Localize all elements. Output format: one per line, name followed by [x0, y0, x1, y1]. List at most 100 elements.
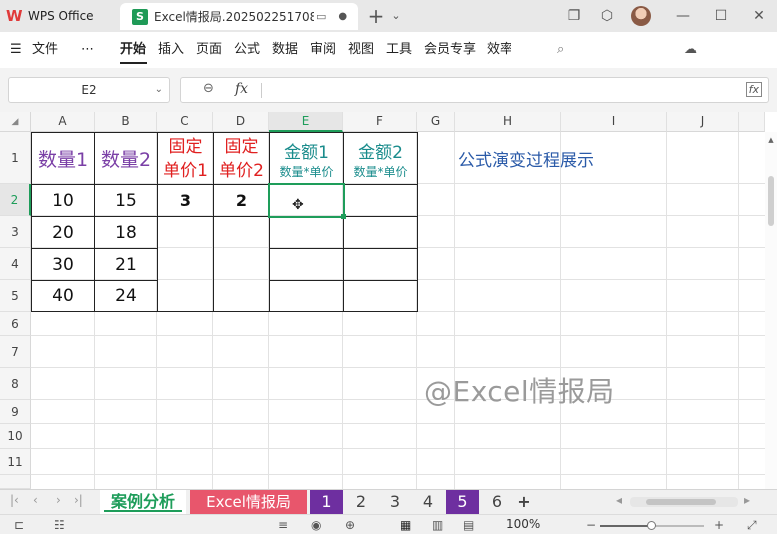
row-header-7[interactable]: 7: [0, 336, 31, 368]
search-icon[interactable]: ⌕: [557, 41, 564, 59]
row-header-5[interactable]: 5: [0, 280, 31, 312]
cell-d1[interactable]: 固定单价2: [213, 132, 270, 185]
menu-data[interactable]: 数据: [272, 41, 298, 59]
user-avatar[interactable]: [631, 6, 651, 26]
vertical-scrollbar[interactable]: ▲: [765, 132, 777, 489]
worksheet-grid[interactable]: ◢ A B C D E F G H I J 1 2 3 4 5 6 7 8 9 …: [0, 112, 777, 489]
cell-b1[interactable]: 数量2: [94, 132, 158, 185]
cell-b3[interactable]: 18: [94, 216, 158, 249]
document-tab[interactable]: S Excel情报局.20250225170808 ▭ ●: [120, 3, 358, 30]
pages-icon[interactable]: ❐: [564, 6, 584, 26]
prev-sheet-icon[interactable]: ‹: [33, 493, 38, 507]
horizontal-scroll-thumb[interactable]: [646, 499, 716, 505]
sheet-tab-6[interactable]: 4: [412, 490, 444, 514]
normal-view-icon[interactable]: ▦: [400, 517, 411, 533]
menu-vip[interactable]: 会员专享: [424, 41, 476, 59]
sheet-tab-3[interactable]: 1: [310, 490, 343, 514]
zoom-level[interactable]: 100%: [506, 517, 540, 531]
row-header-2[interactable]: 2: [0, 184, 31, 216]
close-icon[interactable]: ✕: [749, 6, 769, 26]
row-header-10[interactable]: 10: [0, 424, 31, 449]
formula-input[interactable]: ⊖ fx fx: [180, 77, 769, 103]
function-icon[interactable]: fx: [235, 81, 248, 97]
column-header-h[interactable]: H: [455, 112, 561, 132]
new-tab-button[interactable]: +: [366, 6, 386, 26]
row-header-4[interactable]: 4: [0, 248, 31, 280]
row-header-6[interactable]: 6: [0, 312, 31, 336]
row-header-3[interactable]: 3: [0, 216, 31, 248]
menu-formula[interactable]: 公式: [234, 41, 260, 59]
cell-a1[interactable]: 数量1: [31, 132, 95, 185]
cell-a4[interactable]: 30: [31, 248, 95, 281]
zoom-slider[interactable]: [600, 521, 704, 530]
sheet-tab-2[interactable]: Excel情报局: [190, 490, 307, 514]
cell-h1[interactable]: 公式演变过程展示: [458, 146, 594, 171]
cell-a2[interactable]: 10: [31, 184, 95, 217]
cell-e4[interactable]: [269, 248, 344, 281]
unsaved-dot-icon[interactable]: ●: [338, 11, 347, 22]
cell-b4[interactable]: 21: [94, 248, 158, 281]
hscroll-left-icon[interactable]: ◂: [616, 493, 622, 507]
hscroll-right-icon[interactable]: ▸: [744, 493, 750, 507]
cell-f2[interactable]: [343, 184, 418, 217]
column-header-d[interactable]: D: [213, 112, 269, 132]
zoom-formula-icon[interactable]: ⊖: [203, 81, 214, 96]
cell-a5[interactable]: 40: [31, 280, 95, 312]
column-header-i[interactable]: I: [561, 112, 667, 132]
vertical-scroll-thumb[interactable]: [768, 176, 774, 226]
horizontal-scrollbar[interactable]: [630, 497, 738, 507]
cell-f5[interactable]: [343, 280, 418, 312]
cell-c1[interactable]: 固定单价1: [157, 132, 214, 185]
zoom-out-button[interactable]: −: [586, 517, 596, 533]
first-sheet-icon[interactable]: |‹: [10, 493, 19, 507]
cell-d2[interactable]: 2: [213, 184, 270, 217]
tab-list-chevron-icon[interactable]: ⌄: [386, 6, 406, 26]
column-header-e[interactable]: E: [269, 112, 343, 132]
menu-review[interactable]: 审阅: [310, 41, 336, 59]
monitor-icon[interactable]: ▭: [316, 10, 326, 23]
fill-handle[interactable]: [341, 214, 346, 219]
column-header-c[interactable]: C: [157, 112, 213, 132]
column-header-g[interactable]: G: [417, 112, 455, 132]
row-header-1[interactable]: 1: [0, 132, 31, 184]
sheet-tab-4[interactable]: 2: [345, 490, 377, 514]
zoom-slider-knob[interactable]: [647, 521, 656, 530]
eye-protect-icon[interactable]: ◉: [311, 517, 321, 533]
column-header-b[interactable]: B: [95, 112, 157, 132]
menu-page[interactable]: 页面: [196, 41, 222, 59]
minimize-icon[interactable]: —: [673, 6, 693, 26]
row-header-11[interactable]: 11: [0, 449, 31, 475]
add-sheet-button[interactable]: +: [514, 490, 534, 514]
cell-e1[interactable]: 金额1 数量*单价: [269, 132, 344, 185]
name-box-dropdown-icon[interactable]: ⌄: [155, 78, 163, 102]
name-box[interactable]: E2 ⌄: [8, 77, 170, 103]
cell-b5[interactable]: 24: [94, 280, 158, 312]
expand-formula-icon[interactable]: fx: [745, 82, 762, 97]
page-break-view-icon[interactable]: ▤: [463, 517, 474, 533]
menu-efficiency[interactable]: 效率: [487, 41, 511, 59]
cell-a3[interactable]: 20: [31, 216, 95, 249]
maximize-icon[interactable]: ☐: [711, 6, 731, 26]
sheet-list-icon[interactable]: ☷: [54, 517, 65, 533]
menu-more-icon[interactable]: ⋯: [81, 41, 94, 59]
wps-home-tab[interactable]: W WPS Office: [6, 3, 114, 29]
next-sheet-icon[interactable]: ›: [56, 493, 61, 507]
column-header-f[interactable]: F: [343, 112, 417, 132]
collapse-icon[interactable]: ≡: [278, 517, 288, 533]
menu-tools[interactable]: 工具: [386, 41, 412, 59]
hamburger-menu-icon[interactable]: ☰: [10, 41, 22, 59]
focus-mode-icon[interactable]: ⊕: [345, 517, 355, 533]
last-sheet-icon[interactable]: ›|: [74, 493, 83, 507]
cube-icon[interactable]: ⬡: [597, 6, 617, 26]
menu-insert[interactable]: 插入: [158, 41, 184, 59]
cloud-upload-icon[interactable]: ☁: [684, 41, 697, 59]
cell-f1[interactable]: 金额2 数量*单价: [343, 132, 418, 185]
cell-f3[interactable]: [343, 216, 418, 249]
column-header-j[interactable]: J: [667, 112, 739, 132]
cell-e5[interactable]: [269, 280, 344, 312]
sheet-tab-8[interactable]: 6: [481, 490, 513, 514]
macro-record-icon[interactable]: ⊏: [14, 517, 24, 533]
row-header-8[interactable]: 8: [0, 368, 31, 400]
menu-view[interactable]: 视图: [348, 41, 374, 59]
row-header-9[interactable]: 9: [0, 400, 31, 424]
